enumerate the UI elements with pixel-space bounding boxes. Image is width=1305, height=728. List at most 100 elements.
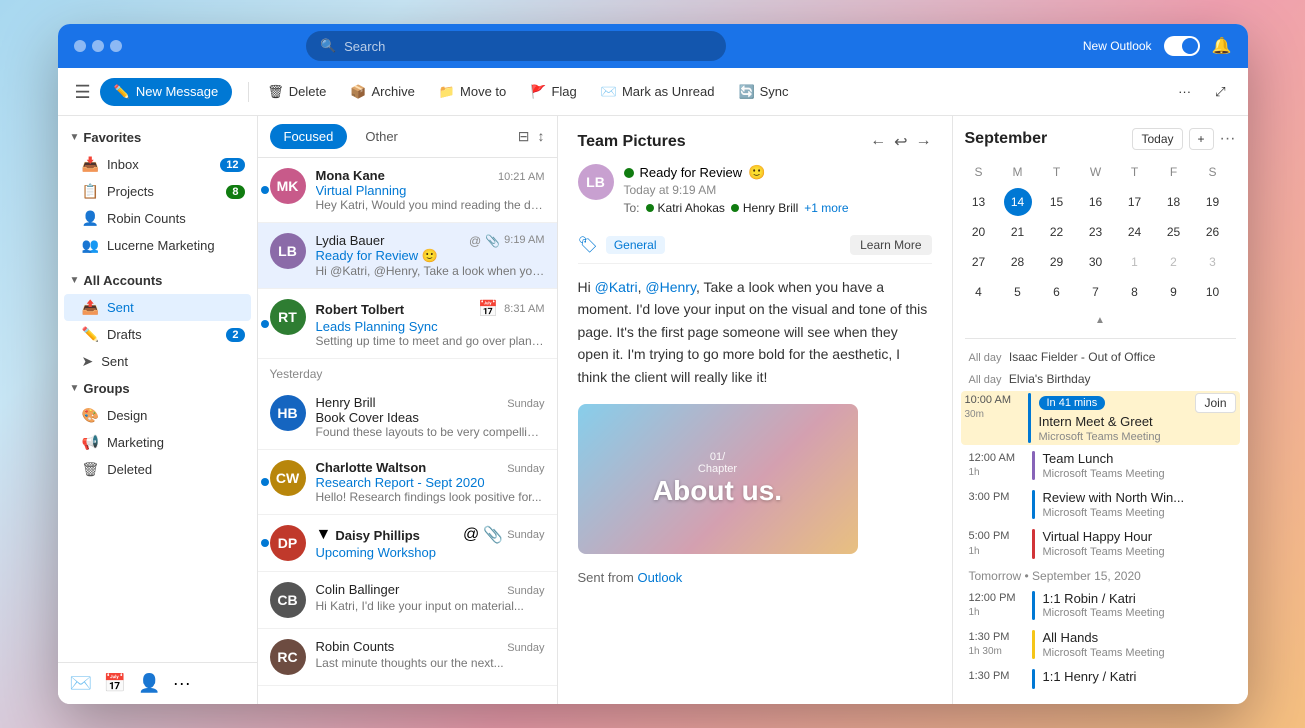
timed-event-robin[interactable]: 12:00 PM 1h 1:1 Robin / Katri Microsoft … (961, 587, 1240, 624)
sidebar-item-robin[interactable]: 👤 Robin Counts (58, 205, 257, 232)
email-top: Colin Ballinger Sunday (316, 582, 545, 597)
flag-button[interactable]: 🚩 Flag (520, 79, 586, 105)
cal-day[interactable]: 28 (1004, 248, 1032, 276)
archive-button[interactable]: 📦 Archive (340, 79, 425, 105)
cal-day[interactable]: 9 (1160, 278, 1188, 306)
timed-event-review[interactable]: 3:00 PM Review with North Win... Microso… (961, 486, 1240, 523)
cal-more-button[interactable]: ··· (1220, 128, 1236, 150)
delete-button[interactable]: 🗑 Delete (257, 79, 336, 105)
cal-day[interactable]: 19 (1199, 188, 1227, 216)
notification-icon[interactable]: 🔔 (1212, 36, 1232, 56)
move-to-button[interactable]: 📁 Move to (429, 79, 516, 105)
next-icon[interactable]: → (916, 132, 932, 152)
join-button[interactable]: Join (1195, 393, 1235, 413)
mark-unread-button[interactable]: ✉️ Mark as Unread (591, 79, 725, 105)
email-content: Mona Kane 10:21 AM Virtual Planning Hey … (316, 168, 545, 212)
cal-day[interactable]: 26 (1199, 218, 1227, 246)
learn-more-button[interactable]: Learn More (850, 235, 931, 255)
email-item[interactable]: RC Robin Counts Sunday Last minute thoug… (258, 629, 557, 686)
unread-indicator (261, 320, 269, 328)
cal-day[interactable]: 7 (1082, 278, 1110, 306)
email-item[interactable]: DP ▼ Daisy Phillips @ 📎 Sunday (258, 515, 557, 572)
cal-day[interactable]: 16 (1082, 188, 1110, 216)
cal-day[interactable]: 21 (1004, 218, 1032, 246)
cal-day[interactable]: 18 (1160, 188, 1188, 216)
sidebar-item-sent[interactable]: 📤 Sent (64, 294, 251, 321)
email-item[interactable]: CB Colin Ballinger Sunday Hi Katri, I'd … (258, 572, 557, 629)
cal-day[interactable]: 30 (1082, 248, 1110, 276)
cal-day[interactable]: 8 (1121, 278, 1149, 306)
email-item[interactable]: CW Charlotte Waltson Sunday Research Rep… (258, 450, 557, 515)
sidebar-item-design[interactable]: 🎨 Design (58, 402, 257, 429)
sidebar-item-lucerne[interactable]: 👥 Lucerne Marketing (58, 232, 257, 259)
timed-event-intern[interactable]: 10:00 AM 30m In 41 mins Intern Meet & Gr… (961, 391, 1240, 445)
cal-day-today[interactable]: 14 (1004, 188, 1032, 216)
timed-event-henry[interactable]: 1:30 PM 1:1 Henry / Katri (961, 665, 1240, 693)
plus-more[interactable]: +1 more (804, 201, 848, 215)
cal-day[interactable]: 23 (1082, 218, 1110, 246)
email-item[interactable]: LB Lydia Bauer @ 📎 9:19 AM Ready for Rev… (258, 223, 557, 289)
sidebar-item-marketing[interactable]: 📢 Marketing (58, 429, 257, 456)
sidebar-item-sent-sub[interactable]: ➤ Sent (58, 348, 257, 375)
window-maximize[interactable] (110, 40, 122, 52)
hamburger-button[interactable]: ☰ (70, 78, 96, 106)
cal-day[interactable]: 5 (1004, 278, 1032, 306)
email-item[interactable]: MK Mona Kane 10:21 AM Virtual Planning H… (258, 158, 557, 223)
tab-other[interactable]: Other (351, 124, 412, 149)
cal-day[interactable]: 24 (1121, 218, 1149, 246)
cal-day-other[interactable]: 3 (1199, 248, 1227, 276)
general-tag[interactable]: General (606, 236, 665, 254)
sidebar-item-inbox[interactable]: 📥 Inbox 12 (58, 151, 257, 178)
cal-day[interactable]: 15 (1043, 188, 1071, 216)
tab-focused[interactable]: Focused (270, 124, 348, 149)
cal-day[interactable]: 27 (965, 248, 993, 276)
today-button[interactable]: Today (1132, 128, 1182, 150)
cal-day[interactable]: 10 (1199, 278, 1227, 306)
chapter-label: 01/Chapter (653, 451, 782, 475)
cal-day[interactable]: 4 (965, 278, 993, 306)
email-item[interactable]: HB Henry Brill Sunday Book Cover Ideas F… (258, 385, 557, 450)
new-outlook-toggle[interactable] (1164, 36, 1200, 56)
reply-icon[interactable]: ↩ (894, 132, 907, 152)
favorites-section[interactable]: ▼ Favorites (58, 124, 257, 151)
search-bar[interactable]: 🔍 Search (306, 31, 726, 61)
sidebar-item-deleted[interactable]: 🗑 Deleted (58, 456, 257, 483)
window-minimize[interactable] (92, 40, 104, 52)
popout-button[interactable]: ⤢ (1205, 79, 1235, 105)
groups-section[interactable]: ▼ Groups (58, 375, 257, 402)
prev-icon[interactable]: ← (870, 132, 886, 152)
sort-icon[interactable]: ↕ (538, 128, 545, 145)
cal-day[interactable]: 25 (1160, 218, 1188, 246)
add-event-button[interactable]: + (1189, 128, 1214, 150)
sync-button[interactable]: 🔄 Sync (728, 79, 798, 105)
all-accounts-section[interactable]: ▼ All Accounts (58, 267, 257, 294)
timed-event-allhands[interactable]: 1:30 PM 1h 30m All Hands Microsoft Teams… (961, 626, 1240, 663)
nav-mail-icon[interactable]: ✉️ (70, 673, 92, 694)
nav-more-icon[interactable]: ··· (173, 673, 191, 694)
cal-day[interactable]: 17 (1121, 188, 1149, 216)
cal-day-other[interactable]: 2 (1160, 248, 1188, 276)
email-preview: Hey Katri, Would you mind reading the dr… (316, 198, 545, 212)
new-message-button[interactable]: ✏️ New Message (100, 78, 233, 106)
sidebar-item-drafts[interactable]: ✏️ Drafts 2 (58, 321, 257, 348)
cal-day[interactable]: 6 (1043, 278, 1071, 306)
cal-collapse-btn[interactable]: ▲ (965, 308, 1236, 330)
email-item[interactable]: RT Robert Tolbert 📅 8:31 AM Leads Planni… (258, 289, 557, 359)
unread-indicator (261, 478, 269, 486)
event-bar (1028, 393, 1031, 443)
outlook-link[interactable]: Outlook (637, 570, 682, 585)
event-subtitle: Microsoft Teams Meeting (1043, 607, 1232, 619)
nav-calendar-icon[interactable]: 📅 (104, 673, 126, 694)
cal-day-other[interactable]: 1 (1121, 248, 1149, 276)
filter-icon[interactable]: ⊟ (518, 128, 530, 145)
timed-event-happy-hour[interactable]: 5:00 PM 1h Virtual Happy Hour Microsoft … (961, 525, 1240, 562)
nav-contacts-icon[interactable]: 👤 (138, 673, 160, 694)
window-close[interactable] (74, 40, 86, 52)
more-button[interactable]: ··· (1168, 79, 1201, 104)
cal-day[interactable]: 29 (1043, 248, 1071, 276)
sidebar-item-projects[interactable]: 📋 Projects 8 (58, 178, 257, 205)
cal-day[interactable]: 20 (965, 218, 993, 246)
cal-day[interactable]: 13 (965, 188, 993, 216)
cal-day[interactable]: 22 (1043, 218, 1071, 246)
timed-event-lunch[interactable]: 12:00 AM 1h Team Lunch Microsoft Teams M… (961, 447, 1240, 484)
